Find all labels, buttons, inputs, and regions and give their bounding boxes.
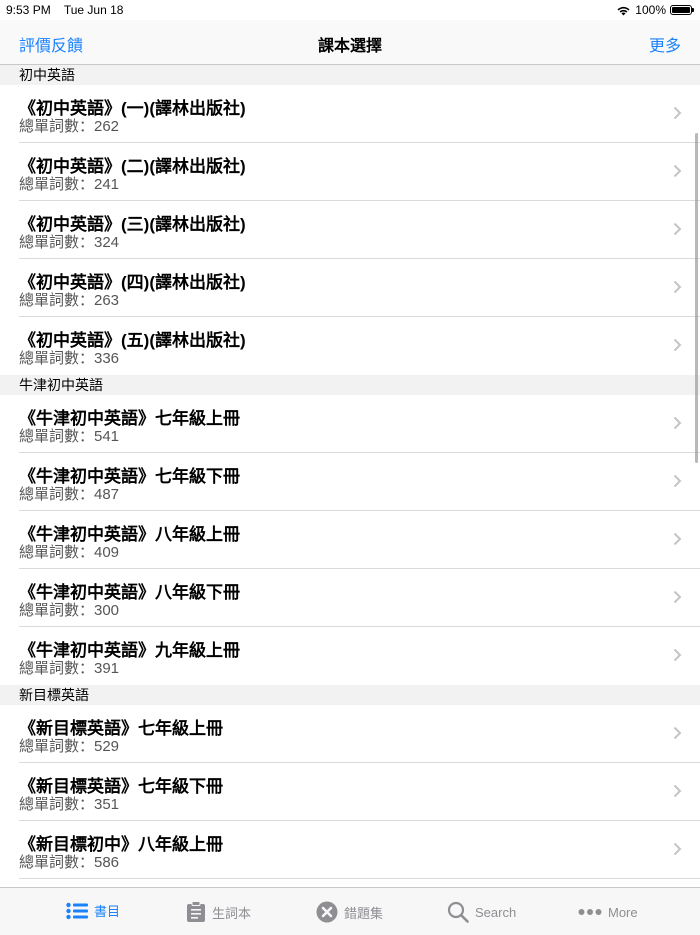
item-word-count: 總單詞數：529 (19, 738, 120, 755)
section-header: 初中英語 (0, 65, 700, 85)
scrollbar[interactable] (695, 133, 698, 463)
item-word-count: 總單詞數：336 (19, 350, 120, 367)
item-word-count: 總單詞數：300 (19, 602, 120, 619)
status-date: Tue Jun 18 (63, 3, 124, 17)
list-item[interactable]: 《牛津初中英語》九年級上冊 總單詞數：391 (0, 627, 700, 685)
status-bar: 9:53 PM Tue Jun 18 100% (0, 0, 700, 20)
wifi-icon (617, 6, 630, 15)
chevron-right-icon (673, 648, 682, 662)
list-item[interactable]: 《初中英語》(五)(譯林出版社) 總單詞數：336 (0, 317, 700, 375)
list-item[interactable]: 《新目標英語》七年級上冊 總單詞數：529 (0, 705, 700, 763)
textbook-list[interactable]: 初中英語 《初中英語》(一)(譯林出版社) 總單詞數：262 《初中英語》(二)… (0, 65, 700, 887)
list-item[interactable]: 《牛津初中英語》八年級下冊 總單詞數：300 (0, 569, 700, 627)
navigation-bar: 評價反饋 課本選擇 更多 (0, 20, 700, 65)
more-dots-icon (578, 909, 602, 915)
chevron-right-icon (673, 842, 682, 856)
item-word-count: 總單詞數：262 (19, 118, 120, 135)
battery-percent: 100% (635, 3, 666, 17)
chevron-right-icon (673, 106, 682, 120)
chevron-right-icon (673, 222, 682, 236)
item-word-count: 總單詞數：541 (19, 428, 120, 445)
item-word-count: 總單詞數：263 (19, 292, 120, 309)
battery-icon (670, 5, 694, 15)
chevron-right-icon (673, 726, 682, 740)
chevron-right-icon (673, 280, 682, 294)
tab-more[interactable]: More (578, 901, 638, 923)
status-left: 9:53 PM Tue Jun 18 (6, 3, 133, 17)
section-header: 新目標英語 (0, 685, 700, 705)
tab-books[interactable]: 書目 (66, 901, 120, 920)
tab-label: 生詞本 (212, 905, 252, 921)
chevron-right-icon (673, 416, 682, 430)
list-item[interactable]: 《初中英語》(一)(譯林出版社) 總單詞數：262 (0, 85, 700, 143)
tab-bar: 書目 生詞本 錯題集 Search More (0, 887, 700, 935)
search-icon (447, 901, 469, 923)
tab-label: 錯題集 (344, 905, 384, 921)
item-word-count: 總單詞數：391 (19, 660, 120, 677)
chevron-right-icon (673, 164, 682, 178)
chevron-right-icon (673, 784, 682, 798)
item-word-count: 總單詞數：324 (19, 234, 120, 251)
more-button[interactable]: 更多 (649, 32, 681, 56)
list-item[interactable]: 《初中英語》(二)(譯林出版社) 總單詞數：241 (0, 143, 700, 201)
status-time: 9:53 PM (6, 3, 51, 17)
page-title: 課本選擇 (317, 38, 382, 55)
item-word-count: 總單詞數：409 (19, 544, 120, 561)
chevron-right-icon (673, 590, 682, 604)
tab-search[interactable]: Search (447, 901, 516, 923)
list-item[interactable]: 《新目標英語》七年級下冊 總單詞數：351 (0, 763, 700, 821)
chevron-right-icon (673, 338, 682, 352)
item-word-count: 總單詞數：241 (19, 176, 120, 193)
item-word-count: 總單詞數：586 (19, 854, 120, 871)
chevron-right-icon (673, 532, 682, 546)
tab-mistakes[interactable]: 錯題集 (316, 901, 383, 923)
x-circle-icon (316, 901, 338, 923)
tab-label: Search (475, 904, 517, 920)
item-word-count: 總單詞數：487 (19, 486, 120, 503)
chevron-right-icon (673, 474, 682, 488)
status-right: 100% (616, 3, 694, 17)
list-item[interactable]: 《新目標初中》八年級上冊 總單詞數：586 (0, 821, 700, 879)
list-item[interactable]: 《牛津初中英語》八年級上冊 總單詞數：409 (0, 511, 700, 569)
tab-label: 書目 (94, 904, 121, 919)
list-item[interactable]: 《初中英語》(四)(譯林出版社) 總單詞數：263 (0, 259, 700, 317)
tab-label: More (608, 904, 638, 920)
section-header: 牛津初中英語 (0, 375, 700, 395)
list-icon (66, 902, 88, 919)
list-item[interactable]: 《初中英語》(三)(譯林出版社) 總單詞數：324 (0, 201, 700, 259)
list-item[interactable]: 《牛津初中英語》七年級下冊 總單詞數：487 (0, 453, 700, 511)
clipboard-icon (187, 901, 205, 922)
item-word-count: 總單詞數：351 (19, 796, 120, 813)
tab-vocabulary[interactable]: 生詞本 (186, 901, 251, 923)
list-item[interactable]: 《牛津初中英語》七年級上冊 總單詞數：541 (0, 395, 700, 453)
